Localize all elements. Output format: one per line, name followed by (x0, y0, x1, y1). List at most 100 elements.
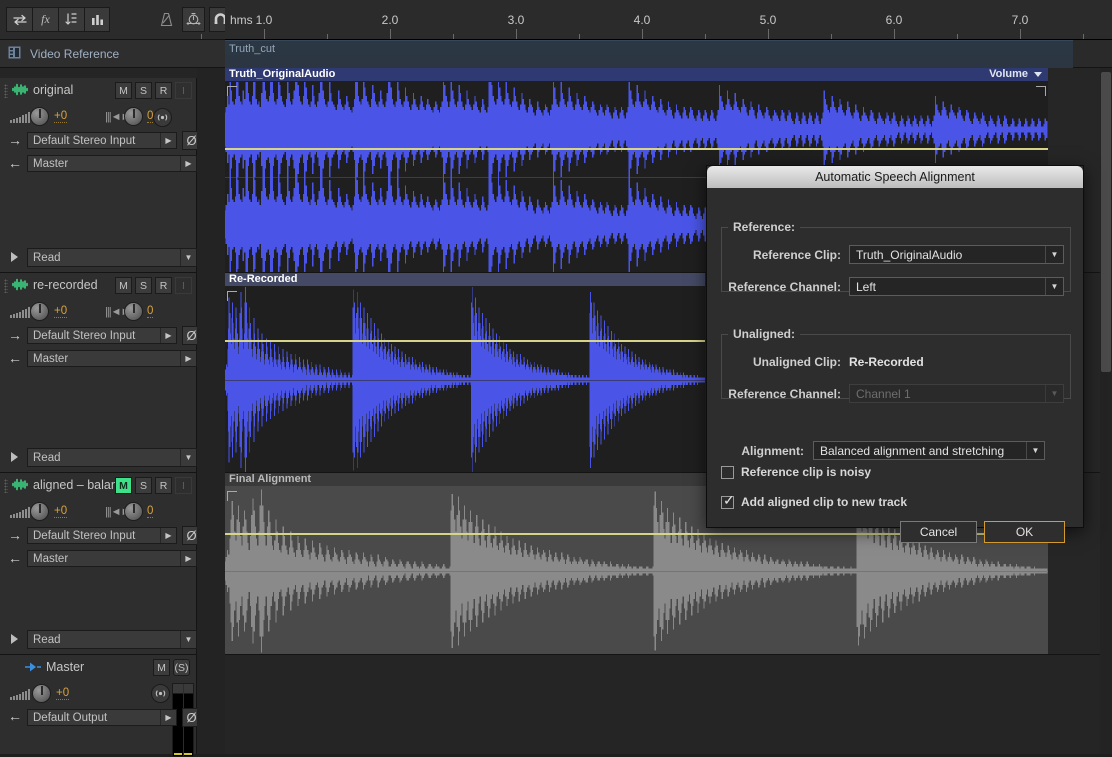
clip-parameter-label[interactable]: Volume (989, 68, 1028, 81)
audio-clip-2[interactable]: Re-Recorded (225, 273, 705, 472)
master-volume-knob[interactable] (32, 684, 51, 703)
input-monitor-icon[interactable] (153, 108, 172, 127)
input-monitor-button[interactable]: I (175, 82, 192, 99)
chevron-right-icon: ▶ (160, 528, 176, 543)
expand-automation-icon[interactable] (11, 634, 18, 644)
film-strip-icon (8, 46, 21, 62)
track-input-select[interactable]: Default Stereo Input ▶ (27, 327, 177, 344)
video-reference-header[interactable]: Video Reference (0, 40, 225, 68)
volume-knob[interactable] (30, 502, 49, 521)
volume-knob[interactable] (30, 107, 49, 126)
vertical-scrollbar[interactable] (1100, 68, 1112, 754)
pan-value[interactable]: 0 (147, 505, 153, 518)
add-new-track-checkbox[interactable]: ✓ (721, 496, 734, 509)
master-volume-value[interactable]: +0 (56, 687, 69, 700)
track-header-original[interactable]: original M S R I +0 |||◄►||| 0 (0, 78, 197, 273)
input-monitor-button[interactable]: I (175, 477, 192, 494)
track-input-select[interactable]: Default Stereo Input ▶ (27, 132, 177, 149)
fade-handle-in[interactable] (227, 86, 237, 96)
record-arm-button[interactable]: R (155, 82, 172, 99)
chevron-down-icon[interactable] (1034, 72, 1042, 77)
video-reference-lane[interactable]: Truth_cut (225, 40, 1112, 68)
ruler-tick-minor (705, 34, 706, 39)
mixer-icon[interactable] (84, 7, 110, 32)
ruler-tick-major (516, 29, 517, 39)
track-header-re-recorded[interactable]: re-recorded M S R I +0 |||◄►||| 0 (0, 273, 197, 473)
vertical-scrollbar-thumb[interactable] (1101, 72, 1111, 372)
ok-button[interactable]: OK (984, 521, 1065, 543)
snap-timer-icon[interactable] (182, 7, 205, 32)
volume-envelope-line[interactable] (225, 148, 1048, 150)
master-solo-button[interactable]: (S) (173, 659, 190, 676)
reference-noisy-checkbox[interactable] (721, 466, 734, 479)
track-name[interactable]: original (33, 83, 73, 97)
volume-value[interactable]: +0 (54, 110, 67, 123)
volume-envelope-line[interactable] (225, 340, 705, 342)
chevron-right-icon: ▶ (180, 156, 196, 171)
fade-handle-in[interactable] (227, 291, 237, 301)
track-mute-solo-rec-group: M S R I (115, 277, 192, 294)
track-header-aligned-balance[interactable]: aligned – balance M S R I +0 |||◄►||| 0 (0, 473, 197, 655)
reference-noisy-label: Reference clip is noisy (741, 465, 871, 479)
record-arm-button[interactable]: R (155, 277, 172, 294)
record-arm-button[interactable]: R (155, 477, 172, 494)
pan-knob[interactable] (124, 107, 143, 126)
output-arrow-icon: ← (8, 155, 22, 171)
ruler-tick-minor (831, 34, 832, 39)
automation-mode-value: Read (33, 252, 61, 264)
master-mute-button[interactable]: M (153, 659, 170, 676)
automation-mode-select[interactable]: Read ▼ (27, 248, 197, 267)
track-output-select[interactable]: Master ▶ (27, 350, 197, 367)
track-input-select[interactable]: Default Stereo Input ▶ (27, 527, 177, 544)
fade-handle-in[interactable] (227, 491, 237, 501)
expand-automation-icon[interactable] (11, 252, 18, 262)
effects-icon[interactable]: fx (32, 7, 58, 32)
loop-icon[interactable] (6, 7, 32, 32)
timeline-ruler[interactable]: hms 1.02.03.04.05.06.07.08.09.010.011.01… (225, 0, 1112, 40)
track-output-select[interactable]: Master ▶ (27, 155, 197, 172)
track-drag-handle[interactable] (4, 479, 8, 493)
reference-channel-select[interactable]: Left ▼ (849, 277, 1064, 296)
automation-mode-select[interactable]: Read ▼ (27, 448, 197, 467)
metronome-icon[interactable] (155, 7, 178, 32)
ruler-tick-label: 1.0 (256, 13, 273, 27)
master-monitor-icon[interactable] (151, 684, 170, 703)
volume-value[interactable]: +0 (54, 505, 67, 518)
clip-title-bar[interactable]: Truth_OriginalAudioVolume (225, 68, 1048, 81)
track-header-master[interactable]: Master M (S) +0 ← Default Output ▶ (0, 655, 197, 754)
mute-button[interactable]: M (115, 477, 132, 494)
header-gutter (197, 68, 225, 754)
solo-button[interactable]: S (135, 477, 152, 494)
pan-knob[interactable] (124, 502, 143, 521)
add-new-track-label: Add aligned clip to new track (741, 495, 907, 509)
chevron-right-icon: ▶ (160, 133, 176, 148)
mute-button[interactable]: M (115, 82, 132, 99)
solo-button[interactable]: S (135, 277, 152, 294)
expand-automation-icon[interactable] (11, 452, 18, 462)
volume-value[interactable]: +0 (54, 305, 67, 318)
cancel-button[interactable]: Cancel (900, 521, 977, 543)
chevron-down-icon: ▼ (1045, 246, 1063, 263)
insert-icon[interactable] (58, 7, 84, 32)
track-output-select[interactable]: Master ▶ (27, 550, 197, 567)
solo-button[interactable]: S (135, 82, 152, 99)
fade-handle-out[interactable] (1036, 86, 1046, 96)
master-output-select[interactable]: Default Output ▶ (27, 709, 177, 726)
mute-button[interactable]: M (115, 277, 132, 294)
alignment-select[interactable]: Balanced alignment and stretching ▼ (813, 441, 1045, 460)
track-drag-handle[interactable] (4, 84, 8, 98)
volume-knob[interactable] (30, 302, 49, 321)
input-arrow-icon: → (8, 132, 22, 148)
input-monitor-button[interactable]: I (175, 277, 192, 294)
ruler-tick-minor (453, 34, 454, 39)
alignment-label: Alignment: (721, 444, 804, 458)
video-clip-truth-cut[interactable]: Truth_cut (225, 40, 1073, 67)
ruler-tick-minor (1083, 34, 1084, 39)
track-drag-handle[interactable] (4, 279, 8, 293)
clip-title-bar[interactable]: Re-Recorded (225, 273, 705, 286)
reference-clip-select[interactable]: Truth_OriginalAudio ▼ (849, 245, 1064, 264)
pan-value[interactable]: 0 (147, 305, 153, 318)
pan-knob[interactable] (124, 302, 143, 321)
automation-mode-select[interactable]: Read ▼ (27, 630, 197, 649)
track-name[interactable]: re-recorded (33, 278, 98, 292)
